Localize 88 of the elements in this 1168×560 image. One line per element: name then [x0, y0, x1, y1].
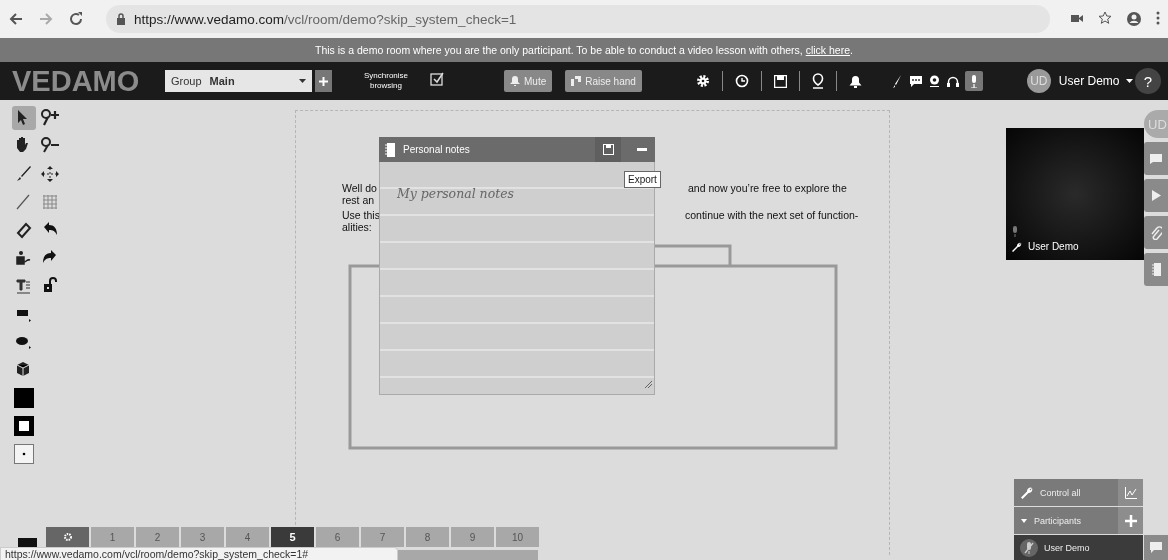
group-select[interactable]: Group Main [165, 70, 312, 92]
board-text: and now you’re free to explore the [688, 182, 847, 195]
page-tab[interactable]: 1 [91, 527, 134, 547]
board-text: continue with the next set of function- [685, 209, 859, 222]
help-button[interactable]: ? [1135, 68, 1161, 94]
page-tab[interactable]: 8 [406, 527, 449, 547]
hand-icon [571, 76, 582, 86]
wrench-icon [1012, 241, 1022, 252]
location-pin-icon [811, 73, 824, 89]
add-group-button[interactable] [315, 70, 332, 92]
back-icon [8, 11, 24, 27]
muted-microphone-icon [1024, 541, 1034, 554]
export-tooltip: Export [624, 171, 661, 188]
clock-icon [734, 74, 749, 88]
mic-toggle[interactable] [1020, 538, 1038, 557]
lock-icon [116, 13, 126, 25]
side-tab[interactable] [1144, 142, 1168, 175]
brush-icon [891, 74, 902, 88]
size-swatch[interactable] [12, 442, 36, 466]
page-tab[interactable]: 6 [316, 527, 359, 547]
video-user-name: User Demo [1028, 241, 1079, 252]
raise-hand-button[interactable]: Raise hand [565, 70, 642, 92]
board-text: alities: [342, 221, 372, 234]
user-menu[interactable]: User Demo [1058, 74, 1133, 88]
side-tab[interactable] [1144, 179, 1168, 212]
page-tab[interactable]: 2 [136, 527, 179, 547]
caret-icon [1125, 79, 1133, 83]
save-icon [602, 144, 614, 155]
minimize-icon [637, 148, 647, 151]
url-text: https://www.vedamo.com/vcl/room/demo?skip_system_check=1 [134, 11, 517, 27]
page-tab[interactable]: 5 [271, 527, 314, 547]
stroke-color-swatch[interactable] [12, 414, 36, 438]
plus-icon [1124, 514, 1137, 527]
account-icon [1126, 11, 1142, 27]
chart-icon [1124, 486, 1137, 499]
user-avatar[interactable]: UD [1026, 69, 1051, 93]
microphone-button[interactable] [964, 71, 983, 91]
synchronise-label: Synchronise browsing [363, 71, 409, 91]
group-label: Group [171, 75, 202, 87]
webcam-icon [928, 75, 940, 87]
play-icon [1151, 190, 1161, 201]
caret-icon [299, 79, 306, 83]
speech-bubble-icon [1150, 542, 1162, 553]
board-text: Well do [342, 182, 377, 195]
group-value: Main [209, 75, 236, 87]
page-tab[interactable]: 3 [181, 527, 224, 547]
page-settings-tab[interactable] [46, 527, 89, 547]
chat-icon [1150, 153, 1162, 164]
side-tab[interactable] [1144, 253, 1168, 286]
add-participant-button[interactable] [1118, 507, 1143, 534]
chat-button[interactable] [1144, 535, 1168, 560]
page-tab[interactable]: 9 [451, 527, 494, 547]
participant-name: User Demo [1044, 542, 1090, 553]
notes-title: Personal notes [403, 144, 471, 155]
fill-color-swatch[interactable] [12, 386, 36, 410]
side-tab[interactable] [1144, 216, 1168, 249]
export-button[interactable] [595, 137, 621, 162]
logo: VEDAMO [12, 64, 141, 98]
status-url: https://www.vedamo.com/vcl/room/demo?skip_system_check=1# [0, 547, 398, 560]
paperclip-icon [1150, 225, 1162, 240]
mute-button[interactable]: Mute [504, 70, 553, 92]
pointer-icon[interactable] [12, 106, 36, 130]
notebook-icon [1151, 263, 1161, 276]
chat-icon [909, 75, 922, 87]
resize-grip-icon [645, 381, 652, 388]
notebook-icon [385, 142, 395, 157]
microphone-icon [969, 74, 978, 88]
bell-icon [510, 76, 520, 86]
star-icon [1098, 11, 1112, 25]
save-icon [773, 74, 787, 88]
plus-icon [319, 77, 328, 86]
more-icon [1156, 11, 1160, 25]
board-text: rest an [342, 194, 375, 207]
bell-icon [848, 74, 862, 88]
forward-icon [38, 11, 54, 27]
wrench-icon [1021, 486, 1033, 499]
gear-icon [695, 74, 710, 88]
gear-icon [63, 533, 72, 541]
page-tab[interactable]: 4 [226, 527, 269, 547]
page-tab[interactable]: 7 [361, 527, 404, 547]
microphone-icon [1012, 226, 1018, 237]
headphones-icon [946, 75, 959, 87]
chart-button[interactable] [1118, 479, 1143, 506]
reload-icon [68, 11, 84, 27]
page-tab[interactable]: 10 [496, 527, 539, 547]
demo-notice: This is a demo room where you are the only participant. To be able to conduct a video lesson with others, click here. [315, 44, 853, 56]
address-bar[interactable]: https://www.vedamo.com/vcl/room/demo?skip_system_check=1 [106, 5, 1050, 33]
board-text: Use this [342, 209, 380, 222]
